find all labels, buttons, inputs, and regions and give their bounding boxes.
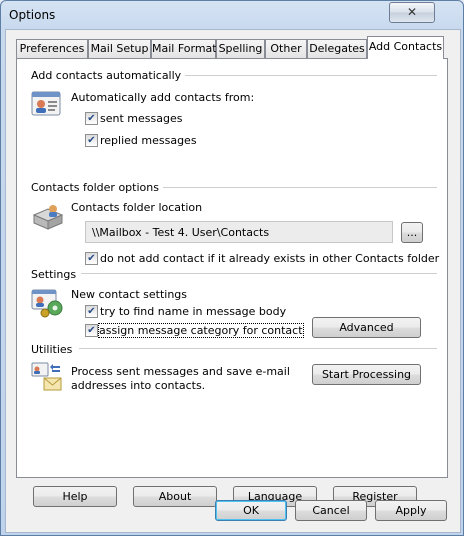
section-divider	[167, 75, 437, 76]
check-icon: ✔	[87, 325, 96, 336]
no-duplicate-checkbox[interactable]: ✔	[85, 252, 98, 265]
dialog-client: Preferences Mail Setup Mail Format Spell…	[5, 29, 461, 533]
start-processing-button[interactable]: Start Processing	[312, 364, 421, 385]
close-button[interactable]: ✕	[389, 2, 435, 23]
section-title-folder: Contacts folder options	[31, 181, 163, 194]
utilities-text-line2: addresses into contacts.	[71, 379, 206, 392]
section-divider	[151, 187, 437, 188]
process-messages-icon	[31, 362, 62, 391]
section-title-settings: Settings	[31, 268, 81, 281]
assign-category-label[interactable]: assign message category for contact	[98, 323, 304, 338]
window-title: Options	[9, 8, 56, 22]
sent-messages-label[interactable]: sent messages	[100, 112, 182, 125]
tab-spelling[interactable]: Spelling	[216, 39, 265, 58]
find-name-checkbox[interactable]: ✔	[85, 305, 98, 318]
tab-mail-setup[interactable]: Mail Setup	[88, 39, 151, 58]
no-duplicate-label[interactable]: do not add contact if it already exists …	[100, 252, 439, 265]
find-name-label[interactable]: try to find name in message body	[100, 305, 286, 318]
check-icon: ✔	[87, 306, 96, 317]
replied-messages-checkbox[interactable]: ✔	[85, 134, 98, 147]
auto-add-intro: Automatically add contacts from:	[71, 91, 255, 104]
new-contact-settings-label: New contact settings	[71, 288, 188, 301]
utilities-text-line1: Process sent messages and save e-mail	[71, 365, 290, 378]
check-icon: ✔	[87, 113, 96, 124]
tab-add-contacts[interactable]: Add Contacts	[367, 36, 444, 59]
advanced-button[interactable]: Advanced	[312, 317, 421, 338]
tab-delegates[interactable]: Delegates	[307, 39, 367, 58]
browse-folder-button[interactable]: ...	[401, 222, 423, 243]
sent-messages-checkbox[interactable]: ✔	[85, 112, 98, 125]
section-title-utilities: Utilities	[31, 343, 77, 356]
title-bar[interactable]: Options ✕	[1, 1, 463, 29]
close-icon: ✕	[406, 5, 418, 19]
options-window: Options ✕ Preferences Mail Setup Mail Fo…	[0, 0, 464, 536]
contact-settings-icon	[31, 289, 63, 318]
contacts-folder-icon	[32, 205, 64, 230]
cancel-button[interactable]: Cancel	[295, 500, 367, 521]
section-title-add-auto: Add contacts automatically	[31, 69, 186, 82]
apply-button[interactable]: Apply	[375, 500, 447, 521]
help-button[interactable]: Help	[33, 486, 117, 507]
ok-button[interactable]: OK	[215, 500, 287, 521]
about-button[interactable]: About	[133, 486, 217, 507]
tab-other[interactable]: Other	[265, 39, 307, 58]
assign-category-checkbox[interactable]: ✔	[85, 324, 98, 337]
replied-messages-label[interactable]: replied messages	[100, 134, 197, 147]
tab-preferences[interactable]: Preferences	[16, 39, 88, 58]
check-icon: ✔	[87, 135, 96, 146]
section-divider	[81, 273, 437, 274]
contacts-folder-path-field[interactable]: \\Mailbox - Test 4. User\Contacts	[85, 221, 393, 243]
folder-location-label: Contacts folder location	[71, 201, 203, 214]
contact-card-icon	[31, 91, 61, 116]
check-icon: ✔	[87, 253, 96, 264]
tab-mail-format[interactable]: Mail Format	[151, 39, 217, 58]
add-contacts-page: Add contacts automatically Automatically…	[16, 58, 448, 507]
section-divider	[79, 348, 437, 349]
